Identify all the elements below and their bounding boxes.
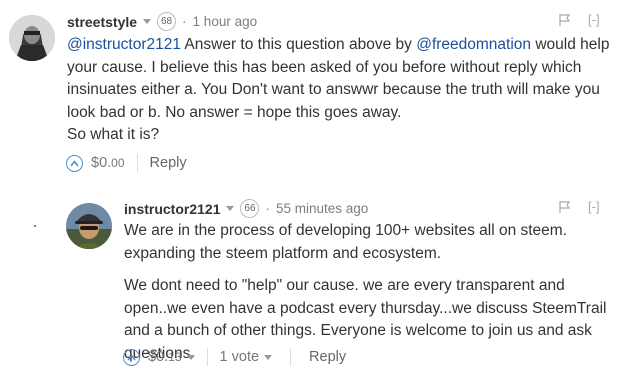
reputation-badge: 66	[240, 199, 260, 218]
comment-paragraph: We are in the process of developing 100+…	[124, 222, 568, 262]
timestamp[interactable]: 1 hour ago	[193, 14, 258, 29]
flag-icon[interactable]	[559, 13, 570, 26]
comment-tools: [-]	[559, 199, 600, 214]
comment-footer: $0.00 Reply	[66, 154, 187, 172]
payout-main: $0.	[91, 155, 112, 171]
reply-link[interactable]: Reply	[150, 155, 187, 171]
divider	[136, 154, 138, 172]
separator-dot: ·	[265, 201, 270, 216]
vote-count-label: 1 vote	[219, 349, 260, 365]
flag-icon[interactable]	[559, 200, 570, 213]
comment-body: @instructor2121 Answer to this question …	[67, 34, 627, 147]
collapse-toggle[interactable]: [-]	[588, 199, 600, 214]
chevron-down-icon	[264, 354, 273, 360]
chevron-down-icon[interactable]	[186, 354, 195, 360]
comment-text: @instructor2121 Answer to this question …	[67, 34, 627, 124]
upvote-icon[interactable]	[66, 154, 83, 172]
author-name[interactable]: instructor2121	[124, 201, 220, 217]
timestamp[interactable]: 55 minutes ago	[276, 201, 368, 216]
avatar[interactable]	[66, 203, 112, 249]
collapse-toggle[interactable]: [-]	[588, 12, 600, 27]
comment-tools: [-]	[559, 12, 600, 27]
divider	[206, 348, 208, 366]
comment-meta: streetstyle 68 · 1 hour ago	[67, 12, 257, 31]
chevron-down-icon[interactable]	[143, 19, 152, 24]
reply-link[interactable]: Reply	[309, 349, 346, 365]
mention-link[interactable]: @freedomnation	[416, 36, 531, 53]
mention-link[interactable]: @instructor2121	[67, 36, 181, 53]
separator-dot: ·	[182, 14, 187, 29]
payout-value[interactable]: $0.00	[91, 155, 125, 171]
text-segment: Answer to this question above by	[180, 36, 417, 53]
comment-body: We are in the process of developing 100+…	[124, 220, 624, 365]
comment-footer: $0.13 1 vote Reply	[123, 348, 346, 366]
chevron-down-icon[interactable]	[226, 206, 235, 211]
comment-meta: instructor2121 66 · 55 minutes ago	[124, 199, 368, 218]
payout-value[interactable]: $0.13	[148, 349, 182, 365]
reputation-badge: 68	[157, 12, 177, 31]
upvote-icon[interactable]	[123, 348, 140, 366]
comment-text-line: So what it is?	[67, 126, 160, 143]
author-name[interactable]: streetstyle	[67, 14, 137, 30]
payout-cents: 00	[111, 156, 125, 170]
divider	[290, 348, 292, 366]
payout-cents: 13	[168, 350, 182, 364]
avatar[interactable]	[9, 15, 55, 61]
vote-count-dropdown[interactable]: 1 vote	[220, 349, 273, 365]
payout-main: $0.	[148, 349, 169, 365]
stray-dot	[34, 225, 36, 227]
